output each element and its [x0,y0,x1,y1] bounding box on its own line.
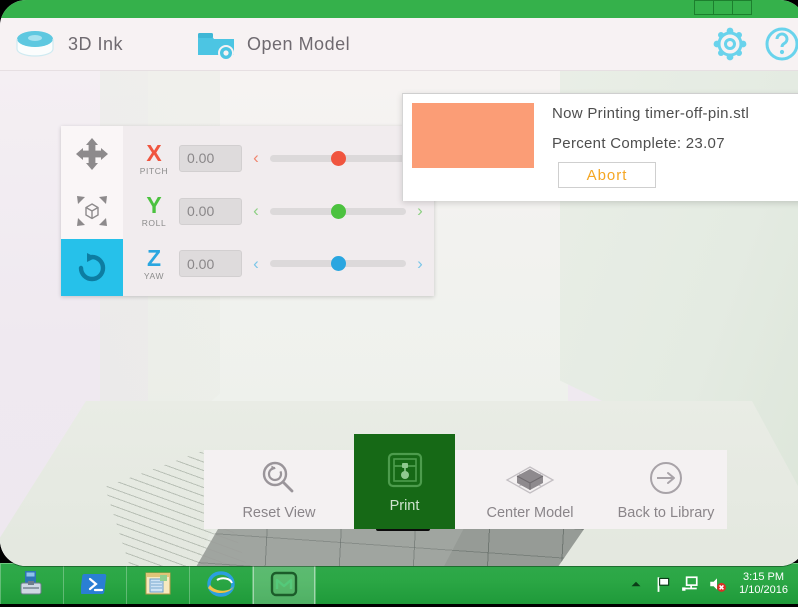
folder-window-icon [145,572,171,595]
taskbar-printer-app[interactable] [1,564,63,604]
pitch-slider[interactable] [270,150,406,166]
gear-icon [713,27,747,61]
yaw-increment-arrow[interactable]: › [414,254,426,274]
transform-panel: X PITCH 0.00 ‹ › Y ROLL 0.00 [61,126,434,297]
printer-plate-icon [387,452,422,488]
screen: 3:15 PM 1/10/2016 3D Ink Open Model X PI… [0,0,798,607]
clock[interactable]: 3:15 PM 1/10/2016 [735,571,792,597]
axis-letter-x: X [146,139,162,166]
close-button[interactable] [733,1,751,14]
roll-slider-knob[interactable] [331,203,346,219]
maximize-button[interactable] [714,1,733,14]
roll-decrement-arrow[interactable]: ‹ [250,201,262,221]
roll-input[interactable]: 0.00 [179,197,242,225]
header-right-icons [710,24,798,64]
app-header: 3D Ink Open Model [0,18,798,71]
scale-cube-icon [77,196,107,226]
center-model-button[interactable]: Center Model [455,450,605,529]
clock-time: 3:15 PM [743,571,785,583]
magnifier-reset-icon [262,461,294,493]
flag-icon[interactable] [654,575,672,593]
back-to-library-button[interactable]: Back to Library [605,450,727,529]
reset-view-button[interactable]: Reset View [204,450,354,529]
header-item-3d-ink[interactable]: 3D Ink [0,18,135,70]
scale-tool[interactable] [61,183,123,240]
move-tool[interactable] [61,126,123,183]
arrow-right-circle-icon [650,462,682,494]
network-icon[interactable] [681,575,699,593]
settings-button[interactable] [710,24,750,64]
help-button[interactable] [762,24,798,64]
center-model-label: Center Model [486,505,574,521]
transform-tool-strip [61,126,123,297]
axis-label-x: X PITCH [137,139,171,176]
print-label: Print [389,498,420,514]
pitch-input[interactable]: 0.00 [179,144,242,172]
internet-explorer-icon [207,571,235,597]
powershell-icon [81,574,107,594]
axis-letter-z: Z [146,244,162,271]
pitch-decrement-arrow[interactable]: ‹ [250,148,262,168]
yaw-input[interactable]: 0.00 [179,250,242,278]
axis-letter-y: Y [146,192,162,219]
app-window: 3D Ink Open Model X PITCH 0.00 ‹ Y ROLL … [0,0,798,566]
clock-date: 1/10/2016 [739,584,788,596]
print-status-text: Now Printing timer-off-pin.stl [552,105,750,122]
model-thumbnail [412,103,534,168]
taskbar-mail-app[interactable] [253,564,315,604]
taskbar-powershell[interactable] [64,564,126,604]
axis-sub-pitch: PITCH [139,165,169,176]
transform-row-z: Z YAW 0.00 ‹ › [123,237,434,290]
print-status-dialog: Now Printing timer-off-pin.stl Percent C… [402,93,798,201]
header-item-open-model[interactable]: Open Model [183,18,362,70]
taskbar-divider [315,564,316,604]
chevron-up-icon[interactable] [627,575,645,593]
header-label-3d-ink: 3D Ink [68,33,124,54]
pitch-slider-knob[interactable] [331,150,346,166]
rotate-tool[interactable] [61,239,123,297]
ink-spool-icon [16,31,54,57]
print-button[interactable]: Print [354,434,455,529]
window-controls[interactable] [694,0,752,15]
transform-row-y: Y ROLL 0.00 ‹ › [123,185,434,238]
transform-rows: X PITCH 0.00 ‹ › Y ROLL 0.00 [123,126,434,296]
back-to-library-label: Back to Library [617,505,715,521]
print-status-body: Now Printing timer-off-pin.stl Percent C… [534,103,749,201]
print-percent-text: Percent Complete: 23.07 [552,135,725,152]
roll-increment-arrow[interactable]: › [414,201,426,221]
system-tray[interactable]: 3:15 PM 1/10/2016 [627,564,798,604]
taskbar[interactable]: 3:15 PM 1/10/2016 [0,563,798,604]
move-arrows-icon [76,138,108,171]
yaw-slider-knob[interactable] [331,256,346,272]
mail-m-icon [270,571,298,597]
reset-view-label: Reset View [242,505,316,521]
open-folder-icon [198,33,235,61]
printer-toolbox-icon [20,571,42,595]
axis-sub-roll: ROLL [141,218,167,229]
speaker-muted-icon[interactable] [708,575,727,593]
abort-button[interactable]: Abort [558,162,656,188]
rotate-arrow-icon [78,252,106,281]
transform-row-x: X PITCH 0.00 ‹ › [123,132,434,185]
taskbar-file-explorer[interactable] [127,564,189,604]
roll-slider[interactable] [270,203,406,219]
header-label-open-model: Open Model [247,33,351,54]
yaw-decrement-arrow[interactable]: ‹ [250,254,262,274]
minimize-button[interactable] [695,1,714,14]
help-circle-icon [765,27,798,61]
taskbar-internet-explorer[interactable] [190,564,252,604]
window-titlebar[interactable] [0,0,798,18]
cube-on-plate-icon [505,466,555,494]
action-bar: Reset View Print Center Model Back to Li… [204,434,727,529]
yaw-slider[interactable] [270,256,406,272]
axis-sub-yaw: YAW [143,270,165,281]
axis-label-z: Z YAW [137,244,171,281]
axis-label-y: Y ROLL [137,194,171,228]
